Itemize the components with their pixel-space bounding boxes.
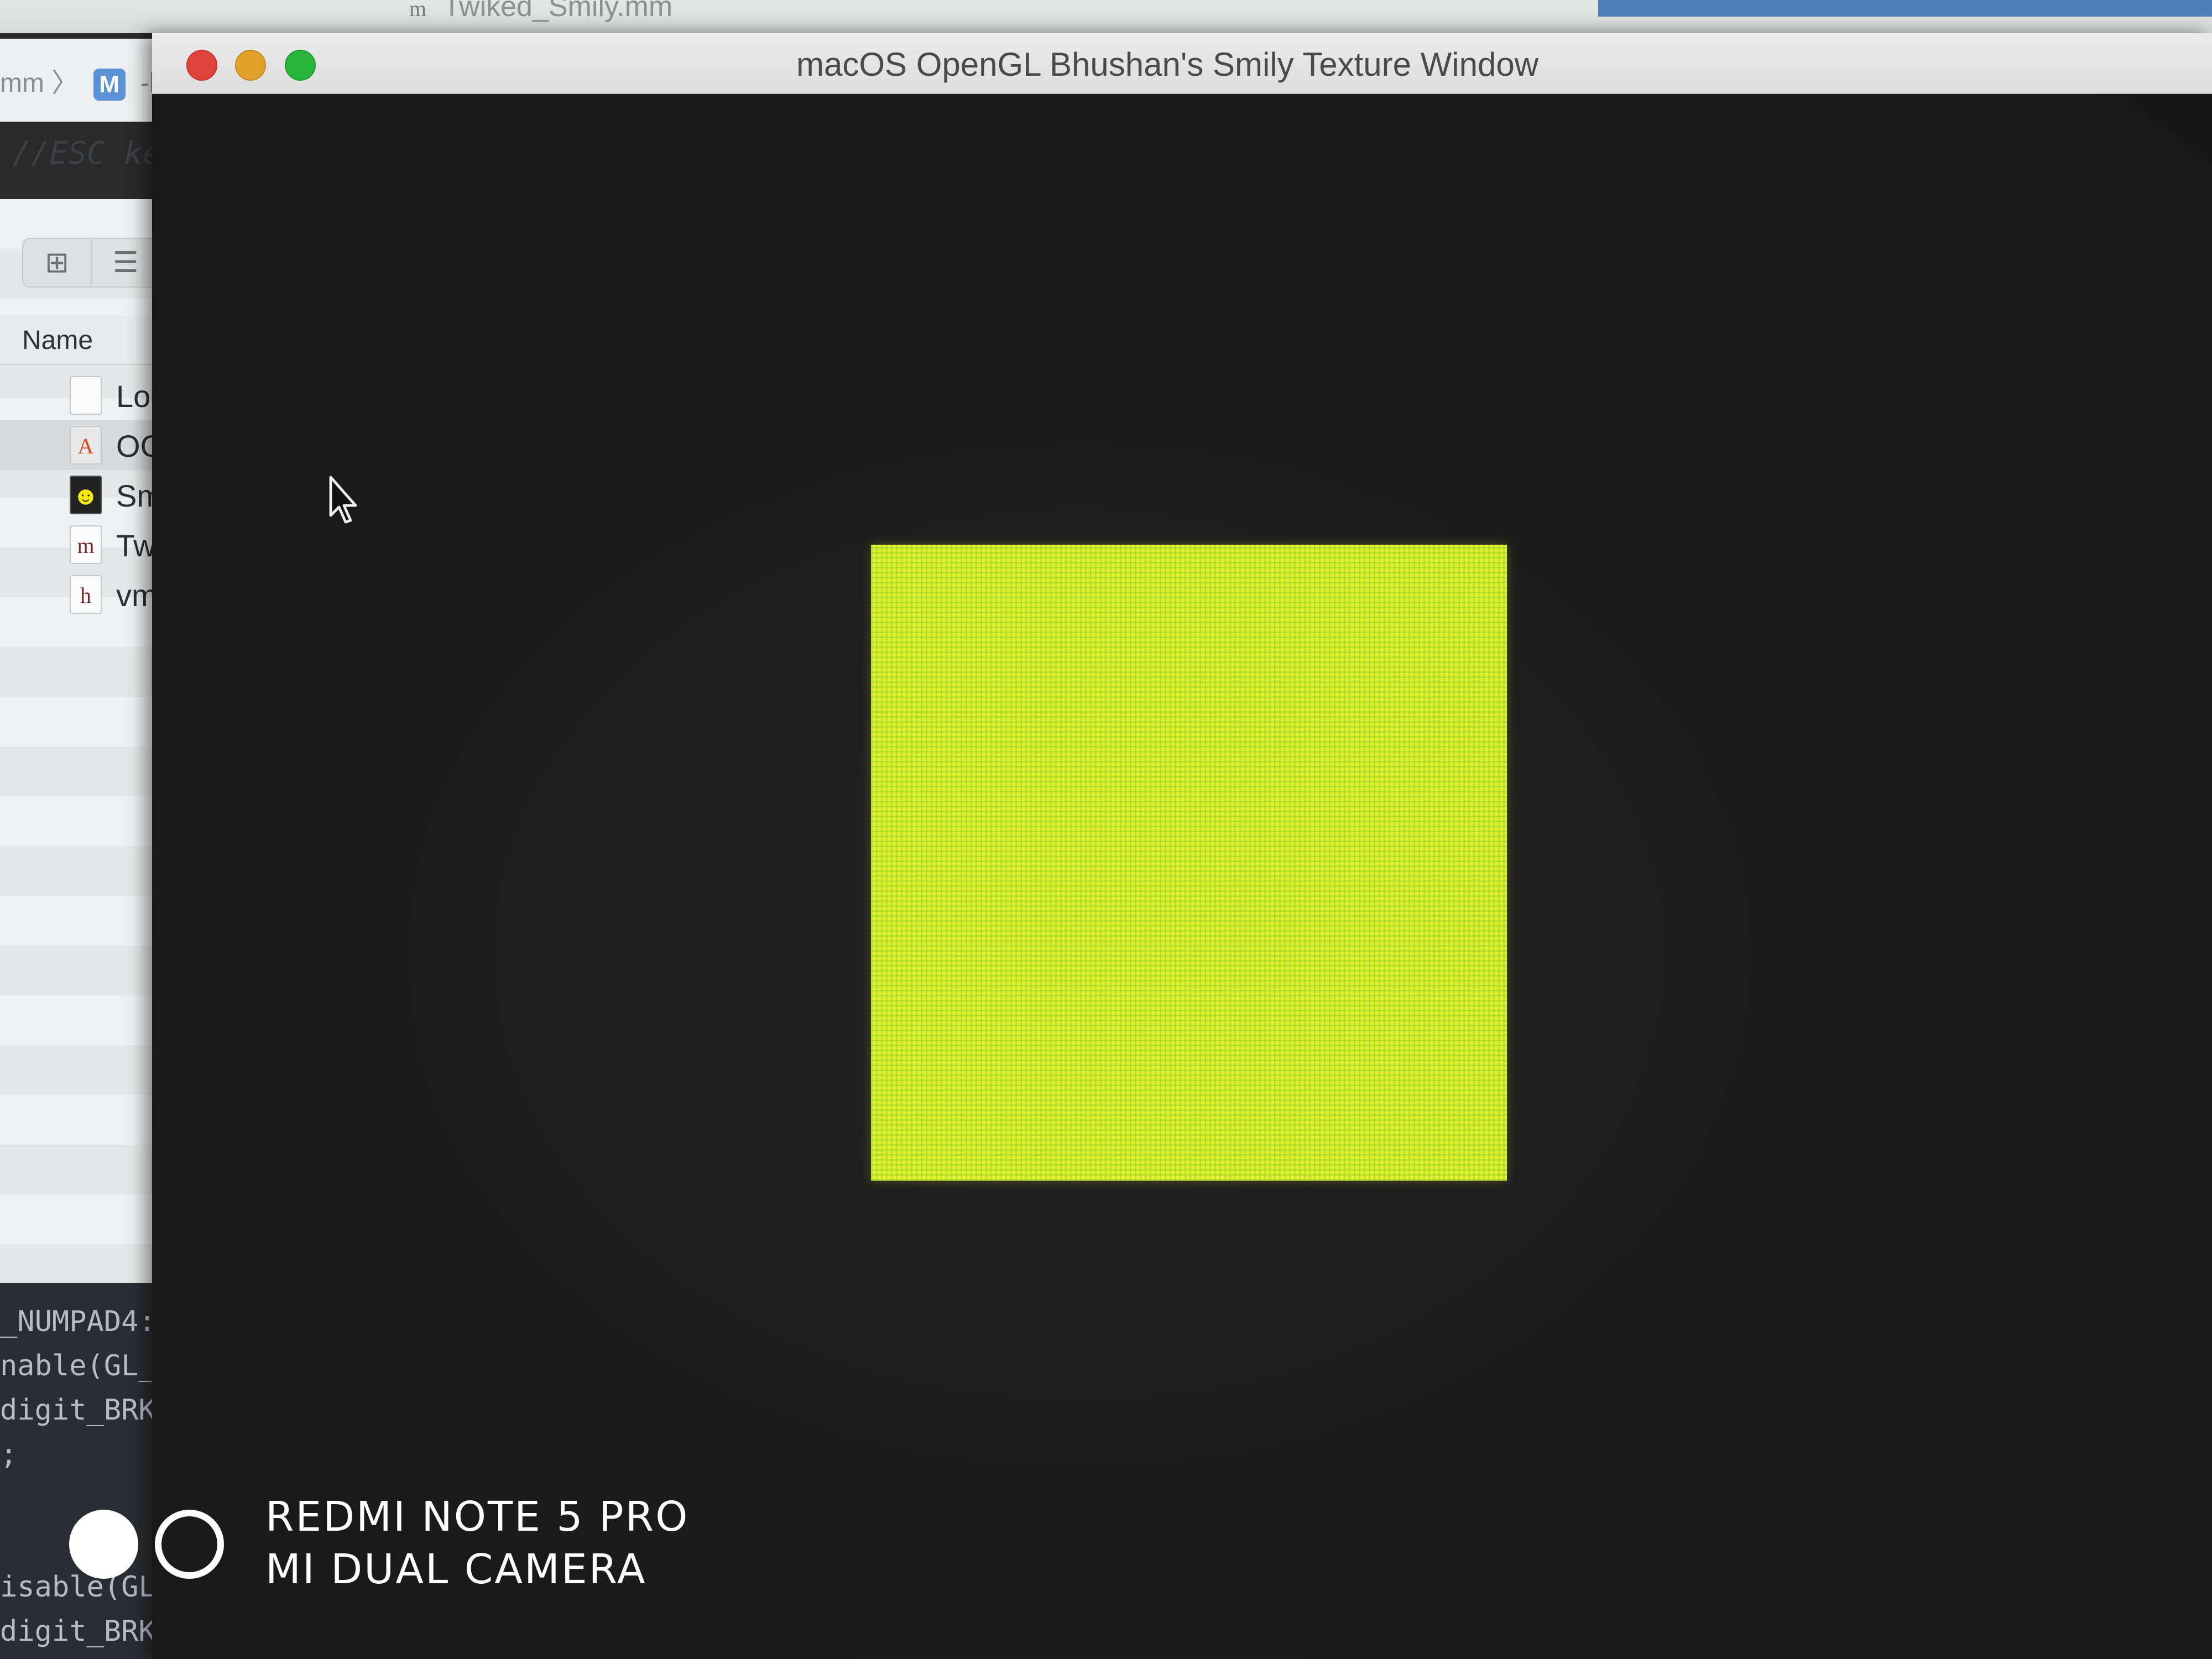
camera-dot-ring-icon [155, 1510, 224, 1579]
code-editor: _NUMPAD4: nable(GL_ digit_BRK ; isable(G… [0, 1283, 242, 1659]
editor-tab[interactable]: m Twiked_Smily.mm [409, 0, 672, 23]
opengl-window[interactable]: macOS OpenGL Bhushan's Smily Texture Win… [152, 33, 2212, 1659]
jump-bar-prefix: mm [0, 69, 44, 98]
code-line: isable(GL [0, 1571, 156, 1604]
textured-quad [871, 545, 1507, 1181]
app-icon: A [70, 426, 102, 465]
method-badge-icon: M [93, 69, 126, 101]
file-name: vm [116, 578, 158, 613]
text-file-icon [70, 376, 102, 415]
chevron-right-icon: 〉 [51, 69, 79, 98]
name-column-label: Name [22, 326, 93, 355]
watermark-device-name: REDMI NOTE 5 PRO [265, 1493, 690, 1541]
file-name: Tw [116, 528, 156, 563]
opengl-canvas[interactable] [152, 94, 2212, 1659]
window-title: macOS OpenGL Bhushan's Smily Texture Win… [796, 46, 1539, 83]
grid-icon[interactable]: ⊞ [23, 239, 91, 286]
header-file-icon: h [70, 575, 102, 614]
file-row[interactable]: m Tw [0, 520, 166, 570]
minimize-button[interactable] [235, 50, 266, 81]
view-mode-toggle[interactable]: ⊞ ☰ [22, 238, 160, 288]
objc-file-icon: m [409, 0, 427, 21]
file-row[interactable]: Log [0, 371, 168, 420]
name-column-header[interactable]: Name [0, 315, 166, 365]
file-row[interactable]: ☻ Sm [0, 470, 166, 520]
watermark-camera-name: MI DUAL CAMERA [265, 1546, 647, 1593]
list-icon[interactable]: ☰ [91, 239, 159, 286]
camera-dot-filled-icon [69, 1510, 138, 1579]
file-row[interactable]: h vm [0, 570, 166, 619]
window-titlebar[interactable]: macOS OpenGL Bhushan's Smily Texture Win… [152, 33, 2212, 94]
code-line: nable(GL_ [0, 1349, 156, 1383]
file-row[interactable]: A OG [0, 420, 166, 470]
code-line: _NUMPAD4: [0, 1305, 156, 1338]
zoom-button[interactable] [285, 50, 316, 81]
objc-file-icon: m [70, 525, 102, 564]
mouse-pointer-icon [329, 476, 357, 524]
code-line: ; [0, 1438, 18, 1471]
editor-tab-title: Twiked_Smily.mm [443, 0, 673, 23]
smiley-image-icon: ☻ [70, 476, 102, 514]
desktop-background [1598, 0, 2212, 17]
close-button[interactable] [186, 50, 217, 81]
code-line: digit_BRK [0, 1394, 156, 1427]
